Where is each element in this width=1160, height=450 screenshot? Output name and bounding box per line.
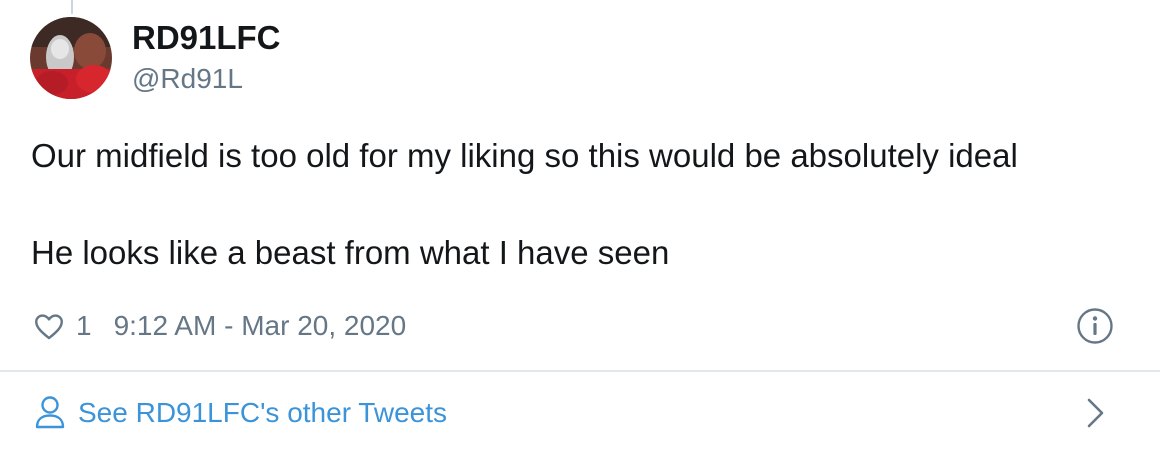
author-display-name[interactable]: RD91LFC xyxy=(132,20,281,56)
see-other-tweets-link[interactable]: See RD91LFC's other Tweets xyxy=(34,392,447,434)
tweet-meta: 1 9:12 AM - Mar 20, 2020 xyxy=(32,306,406,346)
see-other-tweets-label: See RD91LFC's other Tweets xyxy=(78,397,448,428)
tweet-text-line: Our midfield is too old for my liking so… xyxy=(31,137,1018,174)
thread-connector-line xyxy=(71,0,73,14)
divider xyxy=(0,370,1160,372)
tweet-body: Our midfield is too old for my liking so… xyxy=(31,136,1141,273)
tweet-text-line: He looks like a beast from what I have s… xyxy=(31,234,670,271)
avatar-image xyxy=(30,17,112,99)
tweet-timestamp[interactable]: 9:12 AM - Mar 20, 2020 xyxy=(114,310,407,342)
person-icon xyxy=(34,394,66,432)
author-handle[interactable]: @Rd91L xyxy=(132,63,243,95)
like-count: 1 xyxy=(76,310,92,341)
chevron-right-icon[interactable] xyxy=(1084,396,1108,430)
info-icon[interactable] xyxy=(1076,307,1114,345)
avatar[interactable] xyxy=(30,17,112,99)
heart-icon[interactable] xyxy=(32,309,66,343)
